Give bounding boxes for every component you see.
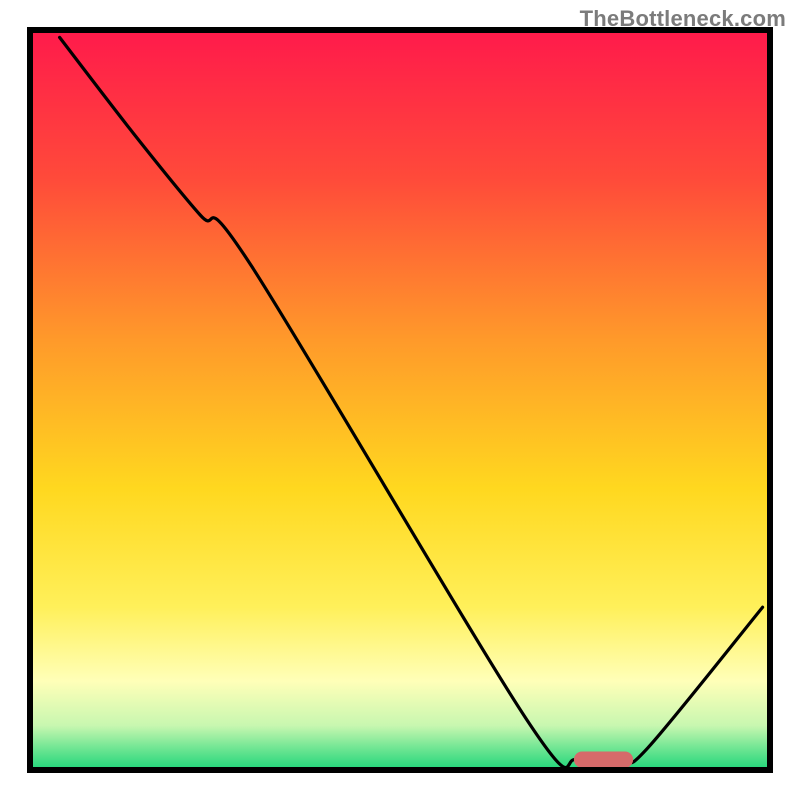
chart-container: TheBottleneck.com: [0, 0, 800, 800]
optimal-range-marker: [574, 752, 633, 768]
bottleneck-chart: [0, 0, 800, 800]
watermark-text: TheBottleneck.com: [580, 6, 786, 32]
